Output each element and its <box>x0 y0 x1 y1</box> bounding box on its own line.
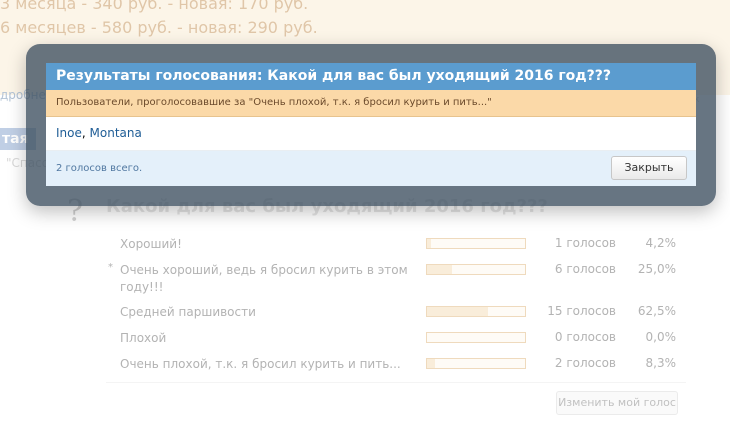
voter-link[interactable]: Montana <box>90 126 142 140</box>
voter-list: Inoe, Montana <box>46 117 696 151</box>
vote-results-modal: Результаты голосования: Какой для вас бы… <box>46 63 696 186</box>
modal-title: Результаты голосования: Какой для вас бы… <box>46 63 696 90</box>
close-button[interactable]: Закрыть <box>611 156 687 180</box>
total-votes: 2 голосов всего. <box>56 163 143 174</box>
voter-link[interactable]: Inoe <box>56 126 82 140</box>
modal-subtitle: Пользователи, проголосовавшие за "Очень … <box>46 90 696 117</box>
modal-footer: 2 голосов всего. Закрыть <box>46 151 696 186</box>
voter-separator: , <box>81 126 90 140</box>
